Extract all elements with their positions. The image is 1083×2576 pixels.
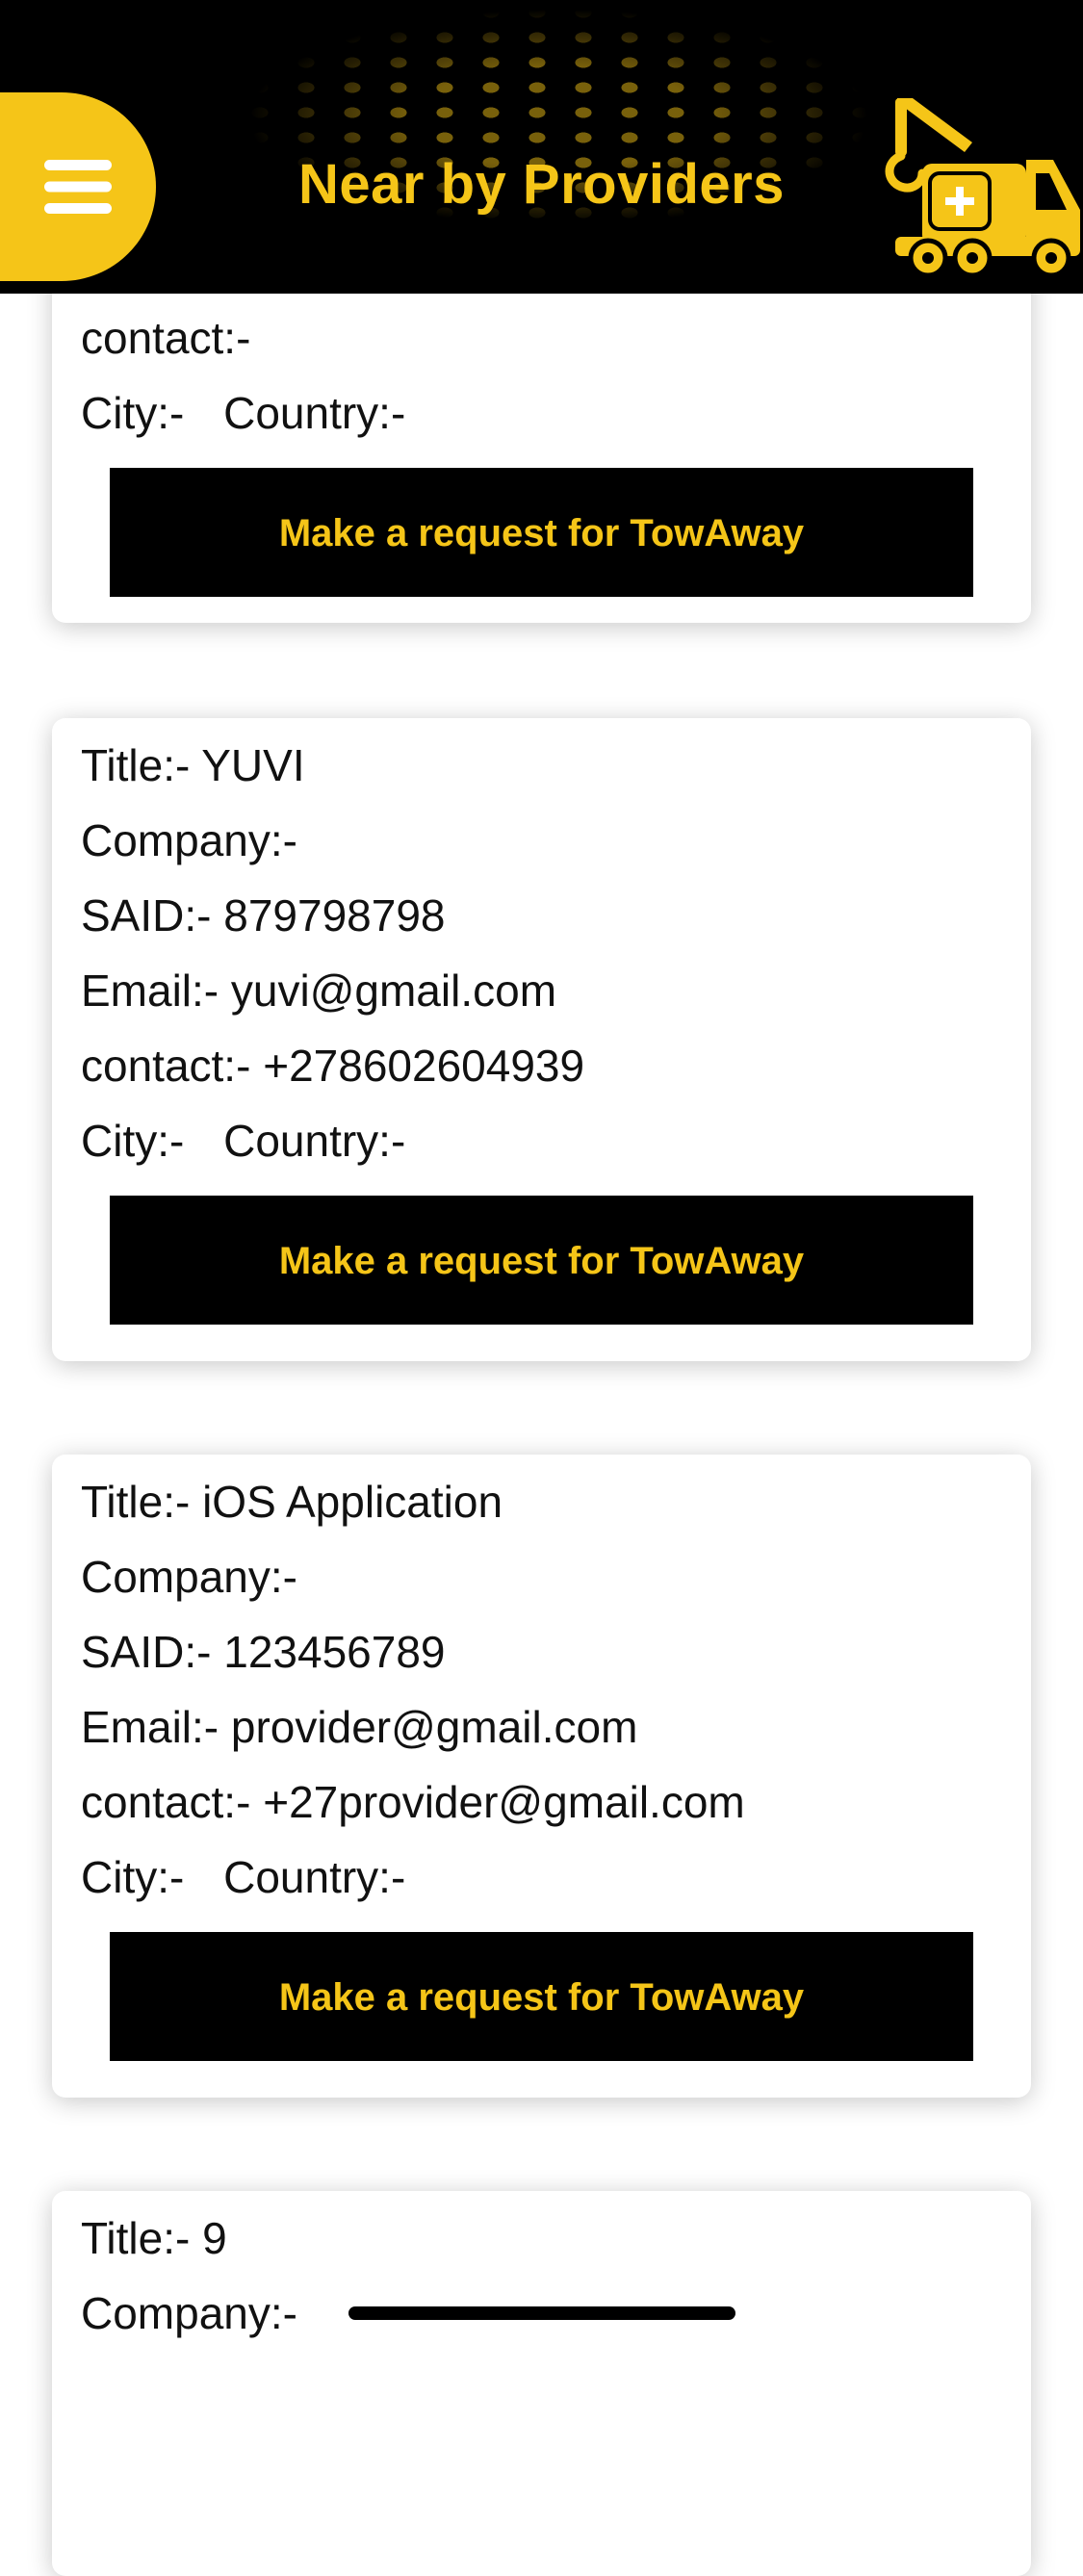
location-row: City:- Country:- xyxy=(81,1116,406,1166)
header-pattern xyxy=(144,0,972,294)
said-row: SAID:- 123456789 xyxy=(81,1627,446,1677)
company-row: Company:- xyxy=(81,815,297,865)
location-row: City:- Country:- xyxy=(81,388,406,438)
title-row: Title:- iOS Application xyxy=(81,1477,503,1527)
contact-row: contact:- +278602604939 xyxy=(81,1041,585,1091)
app-header: Near by Providers xyxy=(0,0,1083,294)
provider-card: Title:- YUVI Company:- SAID:- 879798798 … xyxy=(52,718,1031,1361)
contact-row: contact:- +27provider@gmail.com xyxy=(81,1777,745,1827)
title-row: Title:- 9 xyxy=(81,2213,227,2263)
location-row: City:- Country:- xyxy=(81,1852,406,1902)
title-row: Title:- YUVI xyxy=(81,740,305,790)
email-row: Email:- yuvi@gmail.com xyxy=(81,966,557,1016)
request-towaway-button[interactable]: Make a request for TowAway xyxy=(110,468,973,597)
home-indicator[interactable] xyxy=(348,2306,735,2320)
said-row: SAID:- 879798798 xyxy=(81,890,446,940)
provider-card: Title:- iOS Application Company:- SAID:-… xyxy=(52,1455,1031,2098)
request-towaway-button[interactable]: Make a request for TowAway xyxy=(110,1196,973,1325)
provider-card: Title:- 9 Company:- xyxy=(52,2191,1031,2576)
contact-row: contact:- xyxy=(81,313,251,363)
request-towaway-button[interactable]: Make a request for TowAway xyxy=(110,1932,973,2061)
email-row: Email:- provider@gmail.com xyxy=(81,1702,638,1752)
provider-list[interactable]: contact:- City:- Country:- Make a reques… xyxy=(0,0,1083,2576)
tow-truck-icon xyxy=(885,98,1080,278)
company-row: Company:- xyxy=(81,1552,297,1602)
